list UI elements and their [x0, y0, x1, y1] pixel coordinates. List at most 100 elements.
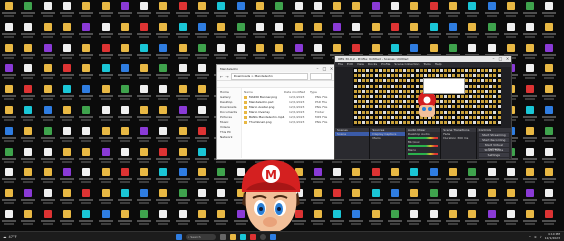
desktop-icon[interactable] [21, 168, 36, 185]
desktop-icon[interactable] [388, 2, 402, 19]
explorer-titlebar[interactable]: Mendelsohn – □ × [217, 65, 335, 72]
desktop-icon[interactable] [388, 168, 402, 185]
desktop-icon[interactable] [542, 106, 557, 123]
dock-item[interactable]: Mario [370, 136, 404, 140]
desktop-icon[interactable] [195, 126, 209, 144]
desktop-icon[interactable] [252, 43, 267, 61]
wifi-icon[interactable]: ≋ [534, 235, 537, 239]
minimize-icon[interactable]: – [314, 65, 321, 72]
desktop-icon[interactable] [310, 168, 325, 185]
desktop-icon[interactable] [349, 22, 364, 40]
desktop-icon[interactable] [40, 43, 55, 61]
desktop-icon[interactable] [523, 189, 538, 206]
desktop-icon[interactable] [523, 126, 538, 144]
desktop-icon[interactable] [542, 147, 557, 165]
desktop-icon[interactable] [137, 168, 152, 185]
desktop-icon[interactable] [40, 189, 55, 206]
desktop-icon[interactable] [542, 85, 557, 102]
desktop-icon[interactable] [445, 168, 460, 185]
desktop-icon[interactable] [40, 2, 55, 19]
desktop-icon[interactable] [407, 168, 422, 185]
desktop-icon[interactable] [523, 210, 538, 227]
desktop-icon[interactable] [330, 210, 345, 227]
obs-menu-item[interactable]: Profile [381, 62, 390, 67]
dock-item[interactable]: Mario [406, 148, 440, 152]
desktop-icon[interactable] [79, 22, 94, 40]
desktop-icon[interactable] [233, 2, 248, 19]
desktop-icon[interactable] [542, 64, 557, 81]
desktop-icon[interactable] [117, 210, 132, 227]
desktop-icon[interactable] [2, 22, 16, 40]
desktop-icon[interactable] [2, 168, 16, 185]
desktop-icon[interactable] [272, 43, 287, 61]
desktop-icon[interactable] [214, 168, 229, 185]
desktop-icon[interactable] [214, 22, 229, 40]
desktop-icon[interactable] [2, 126, 16, 144]
desktop-icon[interactable] [117, 85, 132, 102]
desktop-icon[interactable] [503, 189, 518, 206]
desktop-icon[interactable] [117, 147, 132, 165]
desktop-icon[interactable] [117, 189, 132, 206]
desktop-icon[interactable] [195, 64, 209, 81]
desktop-icon[interactable] [195, 43, 209, 61]
desktop-icon[interactable] [59, 147, 74, 165]
desktop-icon[interactable] [98, 64, 113, 81]
desktop-icon[interactable] [523, 168, 538, 185]
desktop-icon[interactable] [503, 168, 518, 185]
clock[interactable]: 4:10 PM 12/1/2023 [545, 232, 560, 240]
desktop-icon[interactable] [368, 189, 383, 206]
desktop-icon[interactable] [465, 168, 480, 185]
desktop-icon[interactable] [117, 43, 132, 61]
desktop-icon[interactable] [156, 189, 171, 206]
desktop-icon[interactable] [175, 22, 190, 40]
desktop-icon[interactable] [484, 2, 499, 19]
desktop-icon[interactable] [445, 2, 460, 19]
obs-menu-item[interactable]: Edit [347, 62, 353, 67]
desktop-icon[interactable] [98, 106, 113, 123]
desktop-icon[interactable] [79, 126, 94, 144]
desktop-icon[interactable] [137, 85, 152, 102]
desktop-icon[interactable] [542, 126, 557, 144]
back-arrow-icon[interactable]: ← [220, 74, 223, 79]
desktop-icon[interactable] [349, 168, 364, 185]
desktop-icon[interactable] [59, 189, 74, 206]
obs-menu-item[interactable]: Docks [368, 62, 377, 67]
desktop-icon[interactable] [21, 189, 36, 206]
desktop-icon[interactable] [79, 210, 94, 227]
desktop-icon[interactable] [137, 126, 152, 144]
obs-menu-item[interactable]: Scene Collection [394, 62, 419, 67]
desktop-icon[interactable] [137, 2, 152, 19]
weather-widget[interactable]: ☁ 47°F [3, 235, 17, 239]
desktop-icon[interactable] [137, 189, 152, 206]
desktop-icon[interactable] [542, 22, 557, 40]
search-input[interactable] [310, 72, 332, 80]
desktop-icon[interactable] [407, 22, 422, 40]
maximize-icon[interactable]: □ [321, 65, 328, 72]
desktop-icon[interactable] [156, 43, 171, 61]
chevron-up-icon[interactable]: ^ [529, 235, 532, 239]
desktop-icon[interactable] [175, 106, 190, 123]
desktop-icon[interactable] [117, 22, 132, 40]
desktop-icon[interactable] [156, 106, 171, 123]
desktop-icon[interactable] [59, 210, 74, 227]
desktop-icon[interactable] [40, 168, 55, 185]
obs-window[interactable]: OBS 30.0.2 - Profile: Untitled - Scenes:… [334, 55, 512, 160]
desktop-icon[interactable] [349, 2, 364, 19]
desktop-icon[interactable] [21, 126, 36, 144]
desktop-icon[interactable] [349, 210, 364, 227]
desktop-icon[interactable] [21, 147, 36, 165]
minimize-icon[interactable]: – [490, 56, 497, 62]
desktop-icon[interactable] [40, 64, 55, 81]
obs-control-button[interactable]: Start Virtual Camera [478, 143, 510, 151]
desktop-icon[interactable] [156, 126, 171, 144]
desktop-icon[interactable] [175, 189, 190, 206]
desktop-icon[interactable] [523, 106, 538, 123]
desktop-icon[interactable] [98, 43, 113, 61]
desktop-icon[interactable] [59, 106, 74, 123]
chrome-icon[interactable] [249, 233, 256, 240]
desktop-icon[interactable] [272, 2, 287, 19]
desktop-icon[interactable] [175, 2, 190, 19]
desktop-icon[interactable] [175, 43, 190, 61]
desktop-icon[interactable] [21, 106, 36, 123]
desktop-icon[interactable] [21, 22, 36, 40]
